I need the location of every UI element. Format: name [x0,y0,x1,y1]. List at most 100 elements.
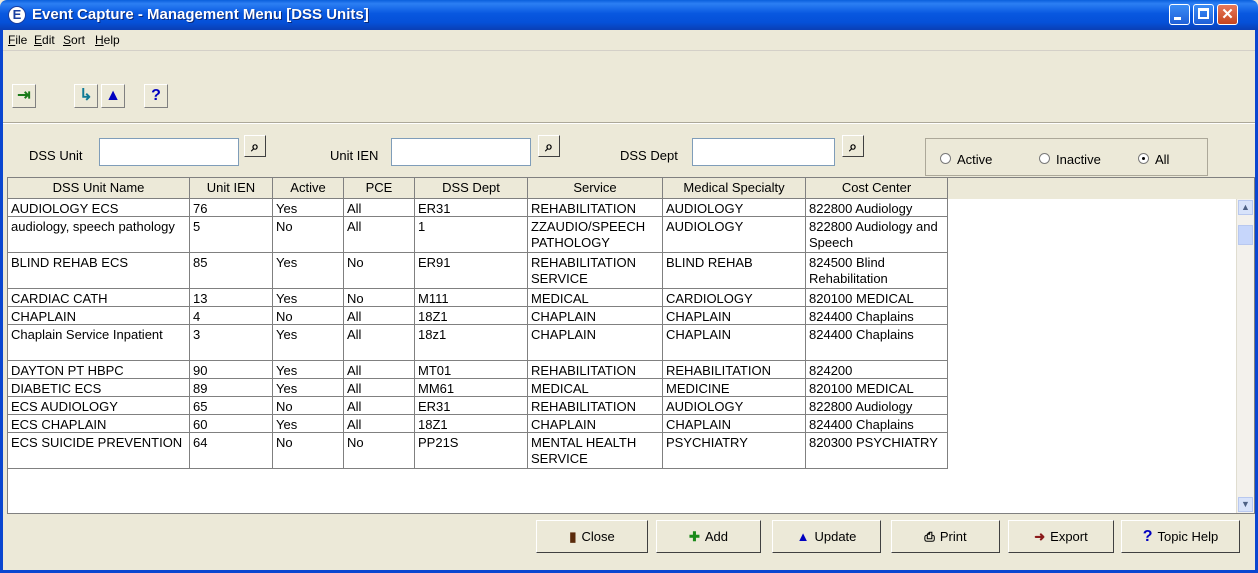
cell-text: 89 [193,381,208,396]
cell-active: No [273,397,344,414]
cell-text: REHABILITATION SERVICE [531,255,636,286]
cell-text: 822800 Audiology [809,201,913,216]
cell-pce: All [344,199,415,216]
export-icon: ➜ [1034,529,1046,544]
table-row[interactable]: ECS SUICIDE PREVENTION 64 No No PP21S MENTAL … [8,433,948,469]
cell-text: All [347,327,362,342]
cell-text: AUDIOLOGY [666,201,744,216]
cell-text: All [347,417,362,432]
menu-help[interactable]: Help [95,33,120,47]
table-row[interactable]: AUDIOLOGY ECS 76 Yes All ER31 REHABILITATION A… [8,199,948,217]
scroll-thumb[interactable] [1238,225,1253,245]
dss-unit-input[interactable] [99,138,239,166]
column-header-pce[interactable]: PCE [344,178,415,199]
add-button[interactable]: ✚ Add [656,520,761,553]
toolbar-add-button[interactable]: ↳ [74,84,98,108]
menu-file[interactable]: File [8,33,27,47]
maximize-button[interactable] [1193,4,1214,25]
dss-units-grid[interactable]: DSS Unit Name Unit IEN Active PCE DSS De… [7,177,1255,514]
cell-text: Yes [276,381,298,396]
update-button-label: Update [814,529,857,544]
cell-text: All [347,363,362,378]
table-row[interactable]: CHAPLAIN 4 No All 18Z1 CHAPLAIN CHAPLAIN 824400… [8,307,948,325]
cell-dss-unit-name: DAYTON PT HBPC [8,361,190,378]
column-header-cost-center[interactable]: Cost Center [806,178,948,199]
minimize-icon [1174,17,1181,20]
table-row[interactable]: Chaplain Service Inpatient 3 Yes All 18z1 CHA… [8,325,948,361]
unit-ien-input[interactable] [391,138,531,166]
table-row[interactable]: BLIND REHAB ECS 85 Yes No ER91 REHABILITATION… [8,253,948,289]
vertical-scrollbar[interactable]: ▲ ▼ [1236,199,1254,513]
cell-text: 824400 Chaplains [809,417,914,432]
cell-medical-specialty: AUDIOLOGY [663,217,806,252]
cell-text: All [347,381,362,396]
table-row[interactable]: ECS CHAPLAIN 60 Yes All 18Z1 CHAPLAIN CHAPLAIN… [8,415,948,433]
update-button[interactable]: ▲ Update [772,520,881,553]
cell-text: CHAPLAIN [11,309,77,324]
update-icon: ▲ [105,87,121,104]
minimize-button[interactable] [1169,4,1190,25]
cell-text: MM61 [418,381,455,396]
radio-dot [1142,157,1145,160]
menu-sort[interactable]: Sort [63,33,85,47]
window-close-button[interactable]: ✕ [1217,4,1238,25]
toolbar-help-button[interactable]: ? [144,84,168,108]
cell-text: BLIND REHAB [666,255,753,270]
column-header-dss-dept[interactable]: DSS Dept [415,178,528,199]
cell-text: ECS SUICIDE PREVENTION [11,435,183,450]
cell-medical-specialty: MEDICINE [663,379,806,396]
column-header-medical-specialty[interactable]: Medical Specialty [663,178,806,199]
table-row[interactable]: CARDIAC CATH 13 Yes No M111 MEDICAL CARDIOLOGY… [8,289,948,307]
unit-ien-find-button[interactable]: ⌕ [538,135,560,157]
dss-unit-find-button[interactable]: ⌕ [244,135,266,157]
cell-dss-dept: PP21S [415,433,528,468]
cell-text: All [347,309,362,324]
cell-active: Yes [273,253,344,288]
binoculars-icon: ⌕ [849,138,857,154]
cell-text: CHAPLAIN [531,327,597,342]
cell-service: REHABILITATION [528,361,663,378]
table-row[interactable]: ECS AUDIOLOGY 65 No All ER31 REHABILITATION AU… [8,397,948,415]
cell-text: 85 [193,255,208,270]
status-filter-group: Active Inactive All [925,138,1208,176]
cell-text: REHABILITATION [531,363,636,378]
print-button[interactable]: ⎙ Print [891,520,1000,553]
column-header-active[interactable]: Active [273,178,344,199]
title-bar[interactable]: E Event Capture - Management Menu [DSS U… [0,0,1258,30]
cell-text: 76 [193,201,208,216]
topic-help-button[interactable]: ? Topic Help [1121,520,1240,553]
cell-unit-ien: 89 [190,379,273,396]
cell-pce: All [344,415,415,432]
cell-text: ER91 [418,255,451,270]
cell-text: Yes [276,417,298,432]
cell-dss-unit-name: audiology, speech pathology [8,217,190,252]
dss-dept-input[interactable] [692,138,835,166]
dss-dept-find-button[interactable]: ⌕ [842,135,864,157]
cell-text: DIABETIC ECS [11,381,102,396]
column-header-dss-unit-name[interactable]: DSS Unit Name [8,178,190,199]
cell-text: 4 [193,309,201,324]
column-header-unit-ien[interactable]: Unit IEN [190,178,273,199]
cell-medical-specialty: CHAPLAIN [663,307,806,324]
cell-dss-unit-name: ECS SUICIDE PREVENTION [8,433,190,468]
export-button[interactable]: ➜ Export [1008,520,1114,553]
cell-dss-dept: M111 [415,289,528,306]
table-row[interactable]: DAYTON PT HBPC 90 Yes All MT01 REHABILITATION… [8,361,948,379]
table-row[interactable]: DIABETIC ECS 89 Yes All MM61 MEDICAL MEDICINE 8… [8,379,948,397]
close-icon: ✕ [1221,6,1234,23]
cell-text: REHABILITATION [531,399,636,414]
cell-pce: All [344,379,415,396]
close-button[interactable]: ▮ Close [536,520,648,553]
menu-edit[interactable]: Edit [34,33,55,47]
cell-text: All [347,399,362,414]
cell-pce: No [344,289,415,306]
cell-text: audiology, speech pathology [11,219,175,234]
toolbar-exit-button[interactable]: ⇥ [12,84,36,108]
scroll-up-icon[interactable]: ▲ [1238,200,1253,215]
toolbar-update-button[interactable]: ▲ [101,84,125,108]
table-row[interactable]: audiology, speech pathology 5 No All 1 ZZAUDI… [8,217,948,253]
cell-medical-specialty: BLIND REHAB [663,253,806,288]
column-header-service[interactable]: Service [528,178,663,199]
cell-pce: No [344,433,415,468]
scroll-down-icon[interactable]: ▼ [1238,497,1253,512]
